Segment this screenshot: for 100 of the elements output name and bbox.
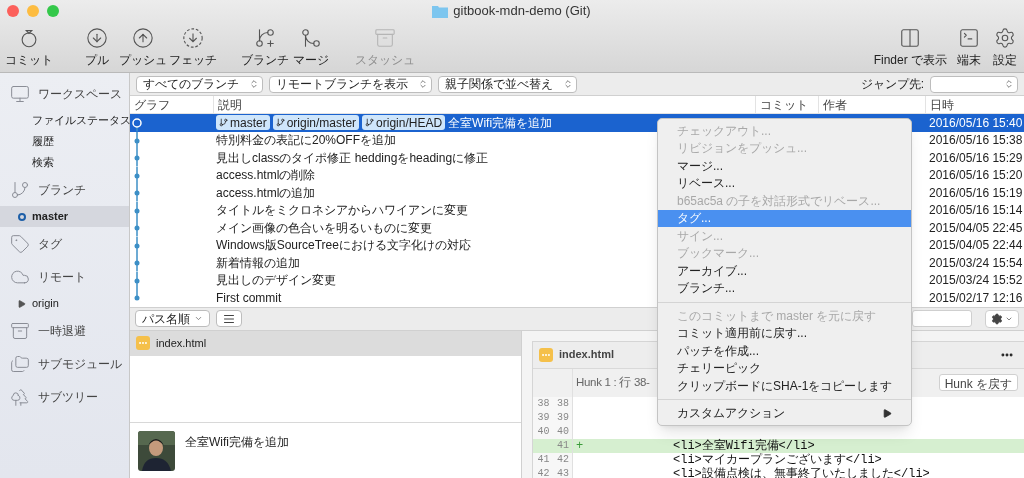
tag-icon [10,233,30,254]
settings-dropdown[interactable] [985,309,1019,328]
window-title: gitbook-mdn-demo (Git) [453,2,591,21]
sidebar-item[interactable]: origin [0,293,129,314]
settings-icon [994,27,1016,49]
column-header[interactable]: 日時 [925,96,1024,113]
jump-to-dropdown[interactable] [930,75,1018,93]
push-icon [132,27,154,49]
column-header[interactable]: グラフ [130,96,213,113]
close-button[interactable] [7,5,19,17]
hunk-header: Hunk 1 : 行 38- [576,374,650,390]
sidebar-item[interactable]: 履歴 [0,131,129,152]
commit-date: 2016/05/16 15:38 [928,132,1023,150]
code-line: <li>設備点検は、無事終了いたしました</li> [673,466,930,478]
branch-icon [275,118,285,128]
list-view-button[interactable] [216,310,242,327]
toolbar-button[interactable]: マージ [290,27,332,67]
commit-message: 新着情報の追加 [216,254,300,272]
sidebar-section-title[interactable]: サブモジュール [38,354,122,373]
revert-hunk-button[interactable]: Hunk を戻す [938,374,1018,391]
window-icon [899,27,922,49]
folder-icon [432,4,449,18]
code-line: <li>全室Wifi完備</li> [673,438,815,453]
menu-item[interactable]: パッチを作成... [658,342,911,360]
commit-date: 2016/05/16 15:20 [928,167,1023,185]
toolbar-button[interactable]: フェッチ [168,27,218,67]
commit-message: Windows版SourceTreeにおける文字化けの対応 [216,237,471,255]
branch-label[interactable]: master [216,115,270,131]
sidebar-item[interactable]: master [0,206,129,227]
updown-chevron-icon [563,79,573,89]
chevron-down-icon [194,314,203,323]
diff-line: 42 43 <li>設備点検は、無事終了いたしました</li> [533,466,1024,478]
file-item[interactable]: index.html [130,330,521,356]
commit-message: 見出しclassのタイポ修正 heddingをheadingに修正 [216,149,489,167]
sidebar-item[interactable]: ファイルステータス [0,110,129,131]
diff-line: 41 42 <li>マイカープランございます</li> [533,452,1024,467]
commit-date: 2016/05/16 15:19 [928,184,1023,202]
sidebar-section-title[interactable]: リモート [38,267,86,286]
disclosure-triangle-icon[interactable] [18,299,26,308]
updown-chevron-icon [1004,79,1014,89]
sidebar-section-title[interactable]: 一時退避 [38,321,86,340]
branch-label[interactable]: origin/master [272,115,360,131]
branch-icon [254,27,276,49]
commit-message: First commit [216,289,282,307]
merge-icon [300,27,322,49]
sidebar-section-title[interactable]: タグ [38,234,62,253]
column-header[interactable]: コミット [755,96,818,113]
updown-chevron-icon [418,79,428,89]
branch-label[interactable]: origin/HEAD [362,115,446,131]
commit-message: access.htmlの削除 [216,167,316,185]
gear-icon [991,312,1003,325]
commit-date: 2015/04/05 22:44 [928,237,1023,255]
toolbar-button[interactable]: Finder で表示 [870,27,950,67]
filter-dropdown[interactable]: リモートブランチを表示 [269,75,432,93]
commit-date: 2015/03/24 15:52 [928,272,1023,290]
modified-file-icon [539,347,553,362]
list-icon [223,312,235,325]
menu-item[interactable]: クリップボードにSHA-1をコピーします [658,377,911,395]
column-header[interactable]: 説明 [213,96,755,113]
filter-dropdown[interactable]: すべてのブランチ [136,75,263,93]
sidebar-item[interactable]: 検索 [0,152,129,173]
commit-date: 2016/05/16 15:40 [928,114,1023,132]
filter-dropdown[interactable]: 親子関係で並べ替え [438,75,577,93]
toolbar-button[interactable]: プル [76,27,118,67]
column-header[interactable]: 作者 [818,96,925,113]
toolbar-button[interactable]: 端末 [952,27,986,67]
fetch-icon [182,27,204,49]
menu-item[interactable]: チェリーピック [658,359,911,377]
menu-item[interactable]: ブランチ... [658,279,911,297]
search-field[interactable] [912,310,972,327]
jump-to-label: ジャンプ先: [860,76,924,93]
commit-date: 2015/03/24 15:54 [928,254,1023,272]
sidebar-section-title[interactable]: サブツリー [38,387,98,406]
sidebar-section-title[interactable]: ブランチ [38,180,86,199]
menu-item[interactable]: マージ... [658,157,911,175]
updown-chevron-icon [249,79,259,89]
sidebar-section-title[interactable]: ワークスペース [38,84,122,103]
pull-icon [86,27,108,49]
toolbar-button[interactable]: 設定 [988,27,1022,67]
code-line: <li>マイカープランございます</li> [673,452,882,467]
folders-icon [10,353,30,374]
menu-item[interactable]: リベース... [658,174,911,192]
branch-icon [10,179,30,200]
commit-message: メイン画像の色合いを明るいものに変更 [216,219,432,237]
trees-icon [10,386,30,407]
zoom-button[interactable] [47,5,59,17]
commit-date: 2015/02/17 12:16 [928,289,1023,307]
modified-file-icon [136,336,150,350]
commit-date: 2016/05/16 15:29 [928,149,1023,167]
sort-dropdown[interactable]: パス名順 [135,310,210,327]
toolbar-button[interactable]: ブランチ [240,27,290,67]
toolbar-button[interactable]: プッシュ [118,27,168,67]
toolbar-button[interactable]: コミット [4,27,54,67]
monitor-icon [10,83,30,104]
menu-item[interactable]: アーカイブ... [658,262,911,280]
diff-file-name: index.html [559,347,614,363]
submenu-arrow-icon [883,408,892,418]
menu-item[interactable]: コミット適用前に戻す... [658,324,911,342]
commit-summary: 全室Wifi完備を追加 [185,434,289,451]
commit-message: access.htmlの追加 [216,184,316,202]
